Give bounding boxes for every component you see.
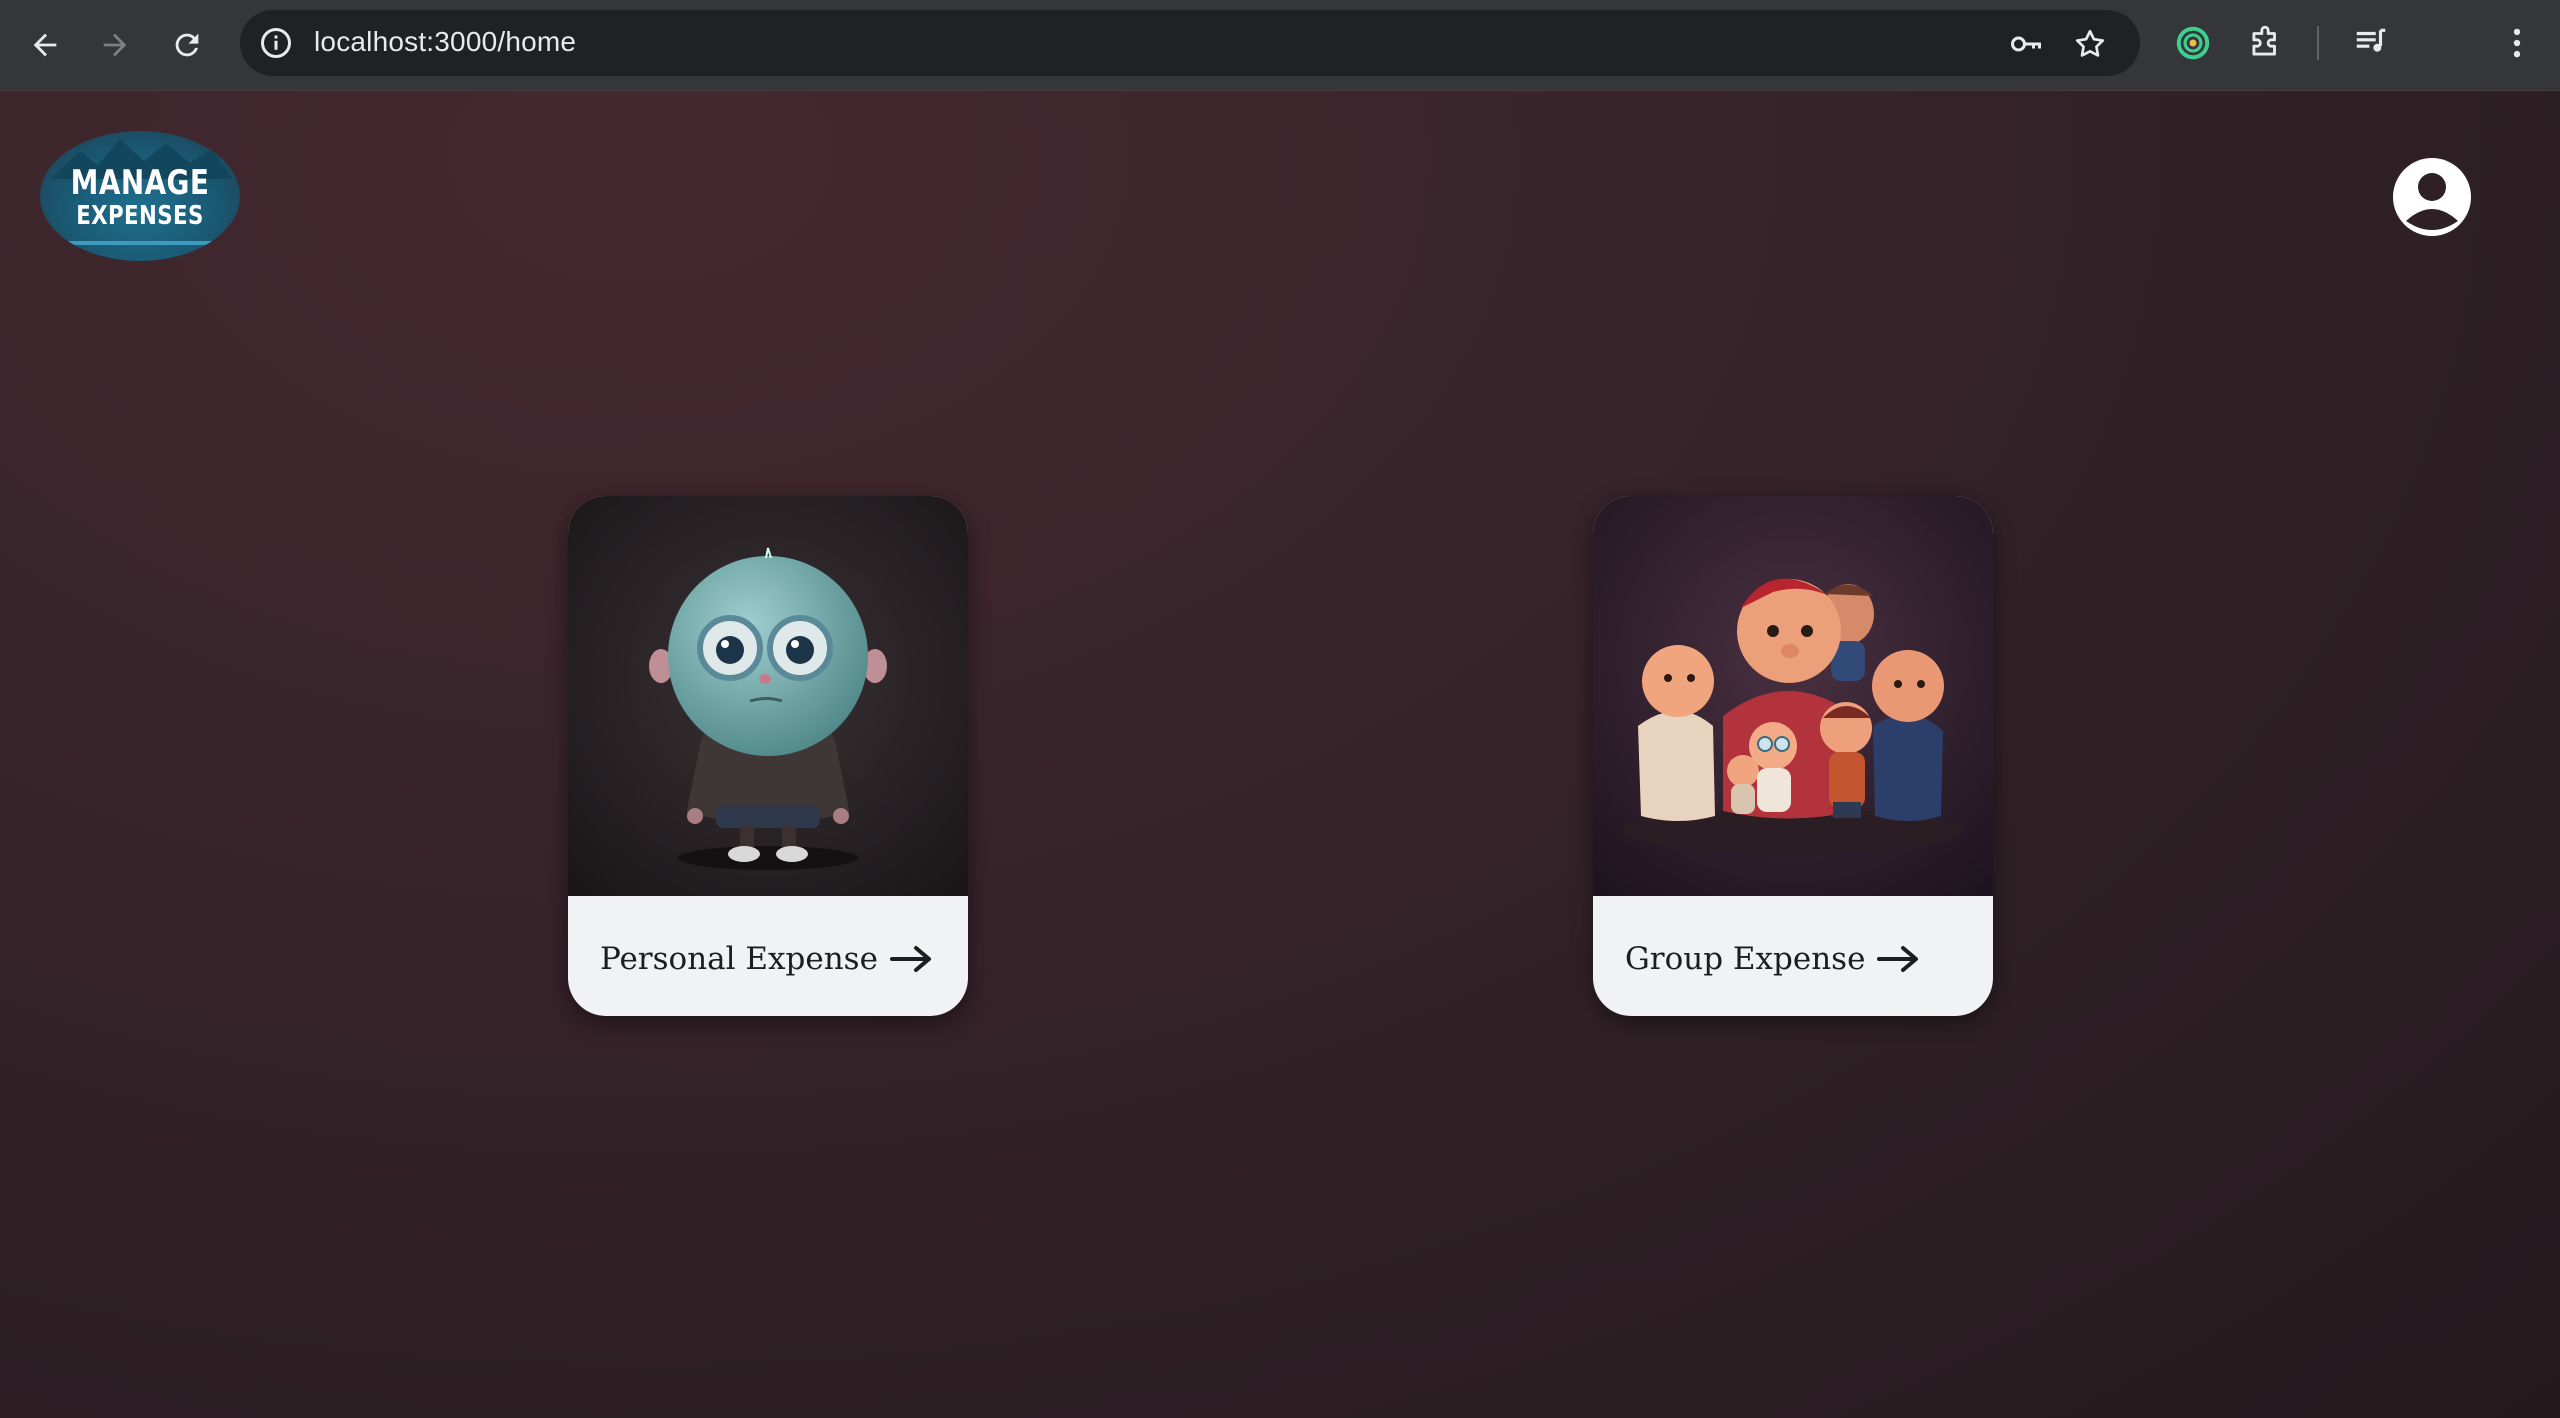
group-expense-card[interactable]: Group Expense [1593, 496, 1993, 1016]
bookmark-star-icon[interactable] [2072, 26, 2108, 62]
browser-toolbar: localhost:3000/home [0, 0, 2560, 91]
back-arrow-icon [33, 33, 57, 57]
extension-circle-icon[interactable] [2174, 24, 2212, 62]
group-expense-link[interactable]: Group Expense [1625, 934, 1921, 984]
address-bar[interactable]: localhost:3000/home [240, 10, 2140, 76]
forward-button[interactable] [92, 22, 138, 68]
forward-arrow-icon [103, 33, 127, 57]
right-arrow-icon [889, 946, 931, 972]
app-logo[interactable]: MANAGE EXPENSES [40, 131, 240, 261]
user-avatar-icon[interactable] [2392, 157, 2472, 237]
media-queue-icon[interactable] [2352, 24, 2390, 62]
personal-expense-link[interactable]: Personal Expense [600, 934, 934, 984]
kebab-menu-icon[interactable] [2498, 24, 2536, 62]
group-expense-label: Group Expense [1625, 941, 1866, 977]
personal-expense-label: Personal Expense [600, 941, 878, 977]
toolbar-divider [2317, 26, 2319, 60]
logo-underline [64, 241, 216, 245]
logo-text-line1: MANAGE [70, 163, 210, 203]
personal-expense-card[interactable]: Personal Expense [568, 496, 968, 1016]
site-info-icon[interactable] [258, 25, 294, 61]
personal-expense-image [568, 496, 968, 896]
back-button[interactable] [22, 22, 68, 68]
password-key-icon[interactable] [2008, 26, 2044, 62]
reload-icon [175, 33, 199, 57]
url-text[interactable]: localhost:3000/home [314, 26, 576, 58]
group-expense-image [1593, 496, 1993, 896]
reload-button[interactable] [164, 22, 210, 68]
home-page: MANAGE EXPENSES Personal Expense Group E… [0, 91, 2560, 1418]
logo-text-line2: EXPENSES [76, 201, 204, 231]
right-arrow-icon [1877, 946, 1919, 972]
puzzle-piece-icon[interactable] [2246, 24, 2284, 62]
